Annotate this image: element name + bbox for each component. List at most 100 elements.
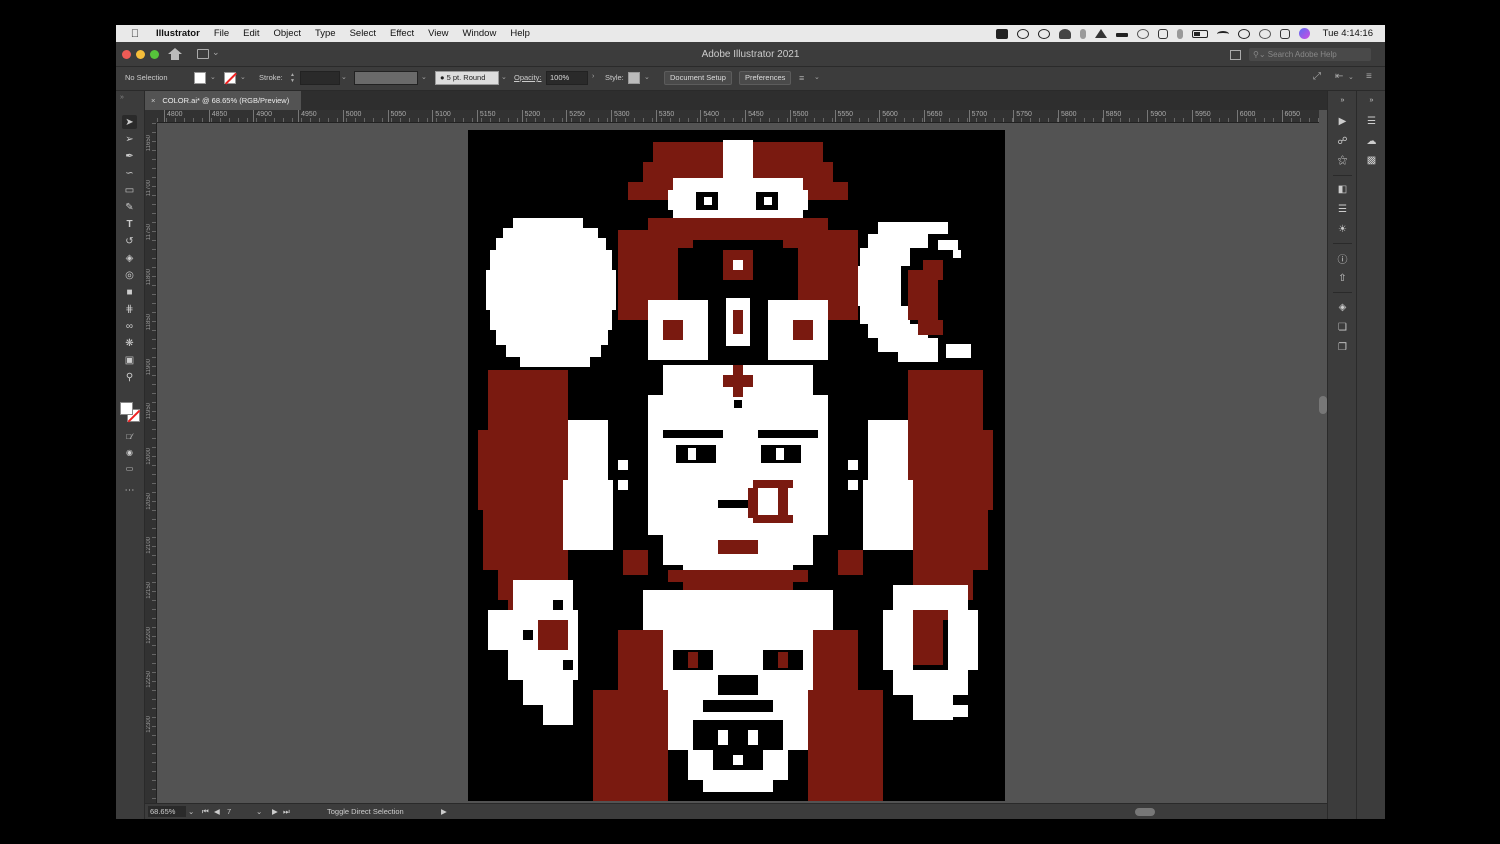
fill-dropdown-icon[interactable]: ⌄ <box>210 73 216 81</box>
menu-view[interactable]: View <box>428 28 448 39</box>
ruler-origin[interactable] <box>145 110 157 123</box>
menu-app-name[interactable]: Illustrator <box>156 28 200 39</box>
hide-panel-icon[interactable]: ⤢ <box>1313 71 1321 82</box>
variable-width-dropdown-icon[interactable]: ⌄ <box>421 73 427 81</box>
screen-record-icon[interactable] <box>995 28 1008 39</box>
graphic-style-swatch[interactable] <box>628 72 640 84</box>
menu-effect[interactable]: Effect <box>390 28 414 39</box>
opacity-arrow-icon[interactable]: › <box>592 73 594 80</box>
rectangle-icon[interactable]: ▭ <box>122 183 137 197</box>
arrange-documents-icon[interactable] <box>1230 50 1241 60</box>
menu-file[interactable]: File <box>214 28 229 39</box>
opacity-label[interactable]: Opacity: <box>514 73 542 82</box>
curvature-icon[interactable]: ∽ <box>122 166 137 180</box>
screen-mode-icon[interactable]: ▭ <box>122 461 137 475</box>
artboard[interactable] <box>468 130 1005 801</box>
document-tab[interactable]: × COLOR.ai* @ 68.65% (RGB/Preview) <box>145 91 301 110</box>
style-dropdown-icon[interactable]: ⌄ <box>644 73 650 81</box>
vertical-ruler[interactable]: 11650 11700 11750 11800 11850 11900 11950 12000… <box>145 123 157 803</box>
close-tab-icon[interactable]: × <box>151 96 155 105</box>
dock2-collapse-icon[interactable]: » <box>1365 94 1378 106</box>
direct-selection-icon[interactable]: ➢ <box>122 132 137 146</box>
last-artboard-icon[interactable]: ⏭ <box>283 807 290 817</box>
preferences-button[interactable]: Preferences <box>739 71 792 85</box>
stroke-weight-field[interactable] <box>300 71 340 85</box>
creative-cloud-icon[interactable] <box>1016 28 1029 39</box>
stroke-weight-dropdown-icon[interactable]: ⌄ <box>341 73 347 81</box>
layers-icon[interactable]: ◈ <box>1336 301 1349 313</box>
shield-icon[interactable] <box>1157 28 1168 39</box>
align-options-icon[interactable]: ⇤ <box>1335 71 1343 82</box>
menu-window[interactable]: Window <box>463 28 497 39</box>
fill-stroke-widget[interactable] <box>119 401 141 423</box>
fill-swatch[interactable] <box>194 72 206 84</box>
menu-edit[interactable]: Edit <box>243 28 259 39</box>
control-center-icon[interactable] <box>1279 28 1290 39</box>
drive-icon[interactable] <box>1094 29 1107 38</box>
gradient-icon[interactable]: ■ <box>122 285 137 299</box>
appearance-icon[interactable]: ☀ <box>1336 223 1349 235</box>
drawing-mode-icon[interactable]: ◉ <box>122 445 137 459</box>
control-menu-icon[interactable]: ≡ <box>1366 71 1372 82</box>
align-icon[interactable]: ☰ <box>1336 203 1349 215</box>
panel-collapse-icon[interactable]: » <box>120 94 124 101</box>
swatches-icon[interactable]: ▩ <box>1365 154 1378 166</box>
spotlight-icon[interactable] <box>1258 28 1271 39</box>
mic-icon[interactable] <box>1079 28 1086 39</box>
eraser-icon[interactable]: ◈ <box>122 251 137 265</box>
lasso-icon[interactable]: ◎ <box>122 268 137 282</box>
menu-object[interactable]: Object <box>274 28 301 39</box>
pen-icon[interactable]: ✒ <box>122 149 137 163</box>
gradient-panel-icon[interactable]: ◧ <box>1336 183 1349 195</box>
play-icon[interactable]: ▶ <box>1336 115 1349 127</box>
menubar-clock[interactable]: Tue 4:14:16 <box>1323 28 1373 39</box>
cloud-upload-icon[interactable] <box>1058 28 1071 39</box>
menu-select[interactable]: Select <box>350 28 376 39</box>
horizontal-scroll-thumb[interactable] <box>1135 808 1155 816</box>
rotate-icon[interactable]: ↺ <box>122 234 137 248</box>
apple-icon[interactable]:  <box>128 28 142 40</box>
brush-dropdown-icon[interactable]: ⌄ <box>501 73 507 81</box>
vpn-icon[interactable] <box>1136 28 1149 39</box>
siri-icon[interactable] <box>1298 28 1310 39</box>
opacity-field[interactable]: 100% <box>546 71 588 85</box>
next-artboard-icon[interactable]: ▶ <box>272 807 278 816</box>
canvas-area[interactable] <box>157 123 1319 803</box>
pixel-art-illustration[interactable] <box>468 130 1005 801</box>
help-search-input[interactable]: ⚲⌄ Search Adobe Help <box>1249 48 1371 61</box>
zoom-icon[interactable]: ⚲ <box>122 370 137 384</box>
first-artboard-icon[interactable]: ⏮ <box>202 807 209 817</box>
prev-artboard-icon[interactable]: ◀ <box>214 807 220 816</box>
stroke-stepper[interactable]: ▲ ▼ <box>290 72 296 84</box>
vertical-scroll-thumb[interactable] <box>1319 396 1327 414</box>
stroke-swatch[interactable] <box>224 72 236 84</box>
link-icon[interactable]: ☍ <box>1336 135 1349 147</box>
type-icon[interactable]: T <box>122 217 137 231</box>
horizontal-ruler[interactable]: 4800 4850 4900 4950 5000 5050 5100 5150 5200 5250… <box>157 110 1319 123</box>
properties-icon[interactable]: ☰ <box>1365 115 1378 127</box>
color-mode-icon[interactable]: □∕ <box>122 429 137 443</box>
align-dropdown-icon[interactable]: ⌄ <box>1348 73 1354 81</box>
artboards-icon[interactable]: ❏ <box>1336 321 1349 333</box>
brush-definition-field[interactable]: ● 5 pt. Round <box>435 71 499 85</box>
zoom-dropdown-icon[interactable]: ⌄ <box>188 807 194 816</box>
battery-icon[interactable] <box>1191 29 1208 38</box>
puppet-icon[interactable]: ⚝ <box>1336 154 1349 166</box>
variable-width-field[interactable] <box>354 71 418 85</box>
bluetooth-icon[interactable] <box>1176 28 1183 39</box>
dock-collapse-icon[interactable]: » <box>1336 94 1349 106</box>
transform-icon[interactable]: ❐ <box>1336 341 1349 353</box>
info-icon[interactable]: ⓘ <box>1336 252 1349 266</box>
export-icon[interactable]: ⇧ <box>1336 272 1349 284</box>
selection-arrow-icon[interactable]: ➤ <box>122 115 137 129</box>
menu-help[interactable]: Help <box>510 28 530 39</box>
wifi-icon[interactable] <box>1216 30 1229 37</box>
status-menu-arrow-icon[interactable]: ▶ <box>441 807 447 816</box>
horizontal-scrollbar[interactable] <box>455 807 1310 817</box>
stroke-dropdown-icon[interactable]: ⌄ <box>240 73 246 81</box>
eyedropper-icon[interactable]: ⋕ <box>122 302 137 316</box>
zoom-field[interactable]: 68.65% <box>148 806 186 817</box>
more-tools-icon[interactable]: ⋯ <box>122 483 137 497</box>
menu-type[interactable]: Type <box>315 28 336 39</box>
artboard-icon[interactable]: ▣ <box>122 353 137 367</box>
